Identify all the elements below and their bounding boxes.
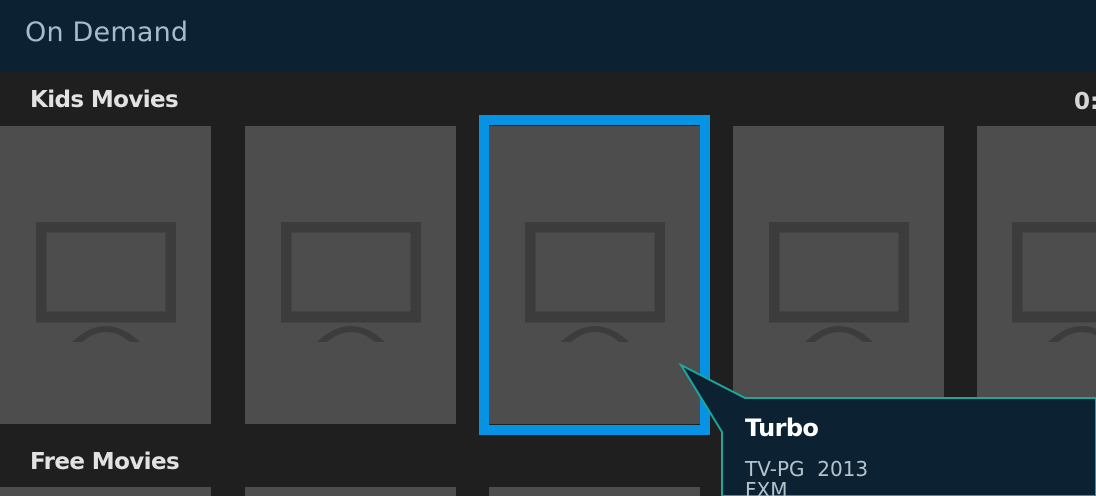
- tv-placeholder-icon: [35, 222, 176, 342]
- selected-year: 2013: [817, 457, 869, 481]
- row-counter: 0:: [1074, 89, 1096, 115]
- app-header: On Demand: [0, 0, 1096, 71]
- movie-tile[interactable]: [977, 126, 1096, 424]
- tv-placeholder-icon: [280, 222, 421, 342]
- on-demand-screen: On Demand Kids Movies 0: Fre: [0, 0, 1096, 496]
- movie-tile[interactable]: [0, 126, 211, 424]
- tv-placeholder-icon: [768, 222, 909, 342]
- focus-ring: [479, 115, 710, 435]
- selected-provider: FXM: [745, 478, 788, 496]
- movie-tile[interactable]: [245, 487, 456, 496]
- section-title-kids-movies: Kids Movies: [30, 87, 179, 113]
- movie-tile[interactable]: [733, 126, 944, 424]
- movie-tile[interactable]: [0, 487, 211, 496]
- tv-placeholder-icon: [1012, 222, 1096, 342]
- movie-tile[interactable]: [489, 487, 700, 496]
- selected-title: Turbo: [745, 414, 819, 442]
- section-title-free-movies: Free Movies: [30, 449, 180, 475]
- page-title: On Demand: [25, 17, 189, 48]
- movie-tile[interactable]: [245, 126, 456, 424]
